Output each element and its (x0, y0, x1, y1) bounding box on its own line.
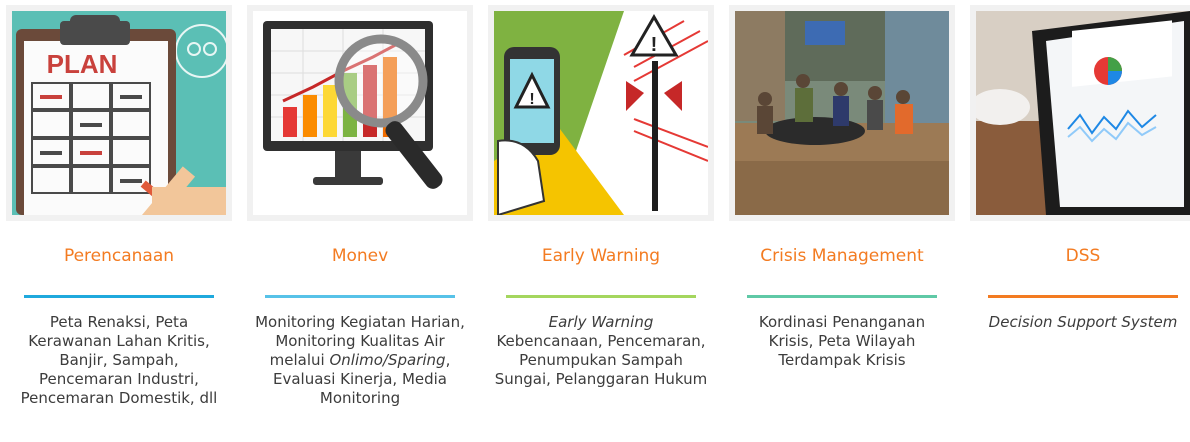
card-title[interactable]: Monev (247, 246, 473, 266)
accent-bar (747, 295, 937, 298)
tablet-dashboard-photo (970, 5, 1190, 221)
early-warning-illustration: ! ! (488, 5, 714, 221)
card-title[interactable]: Crisis Management (729, 246, 955, 266)
card-title[interactable]: Perencanaan (6, 246, 232, 266)
card-description: Monitoring Kegiatan Harian, Monitoring K… (255, 313, 465, 407)
monitoring-illustration (247, 5, 473, 221)
card-description: Kordinasi Penanganan Krisis, Peta Wilaya… (758, 313, 926, 369)
card-title[interactable]: Early Warning (488, 246, 714, 266)
svg-text:!: ! (651, 34, 658, 56)
card-description: Early Warning Kebencanaan, Pencemaran, P… (494, 313, 708, 388)
card-description: Decision Support System (988, 313, 1178, 331)
accent-bar (988, 295, 1178, 298)
svg-text:!: ! (529, 91, 534, 108)
flood-photo (729, 5, 955, 221)
accent-bar (265, 295, 455, 298)
plan-label: PLAN (47, 49, 118, 79)
planning-illustration: PLAN (6, 5, 232, 221)
card-description: Peta Renaksi, Peta Kerawanan Lahan Kriti… (20, 313, 218, 407)
card-title[interactable]: DSS (970, 246, 1190, 266)
accent-bar (506, 295, 696, 298)
accent-bar (24, 295, 214, 298)
